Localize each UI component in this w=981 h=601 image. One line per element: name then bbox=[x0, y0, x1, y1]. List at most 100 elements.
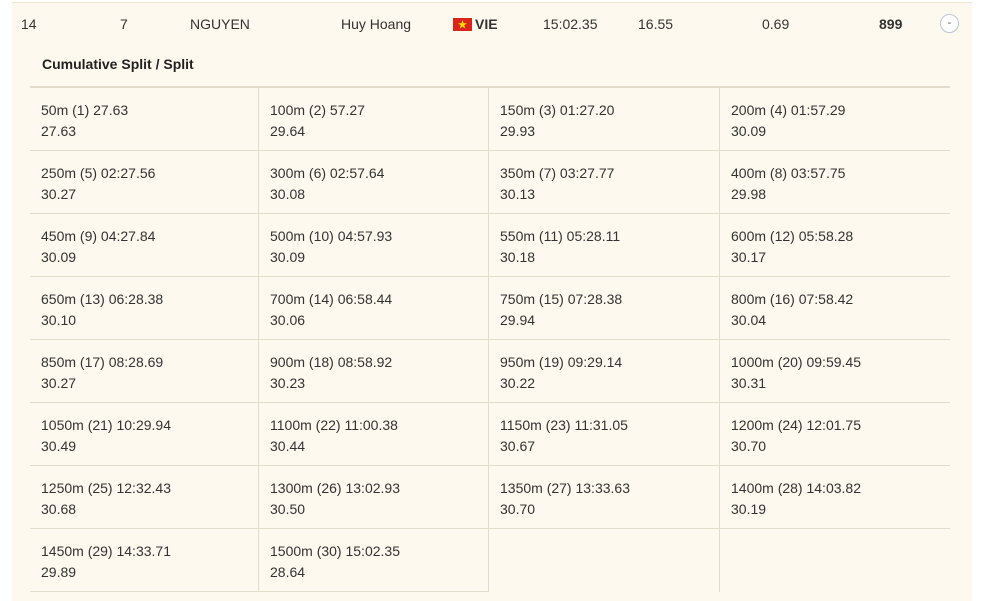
last-name: NGUYEN bbox=[190, 16, 250, 32]
cumulative-split: 950m (19) 09:29.14 bbox=[500, 354, 623, 370]
split-cell: 300m (6) 02:57.64 30.08 bbox=[259, 151, 489, 214]
splits-title: Cumulative Split / Split bbox=[42, 56, 194, 72]
first-name: Huy Hoang bbox=[341, 16, 412, 32]
lap-split: 29.93 bbox=[500, 123, 536, 139]
cumulative-split: 1150m (23) 11:31.05 bbox=[500, 417, 628, 433]
lap-split: 30.09 bbox=[270, 249, 306, 265]
lap-split: 30.13 bbox=[500, 186, 536, 202]
splits-grid: 50m (1) 27.63 27.63 100m (2) 57.27 29.64 150… bbox=[30, 86, 950, 592]
cumulative-split: 1200m (24) 12:01.75 bbox=[731, 417, 861, 433]
split-cell: 250m (5) 02:27.56 30.27 bbox=[30, 151, 259, 214]
split-cell: 1000m (20) 09:59.45 30.31 bbox=[720, 340, 950, 403]
lap-split: 29.94 bbox=[500, 312, 536, 328]
lap-split: 30.44 bbox=[270, 438, 306, 454]
time-behind: 16.55 bbox=[638, 16, 674, 32]
cumulative-split: 1000m (20) 09:59.45 bbox=[731, 354, 861, 370]
cumulative-split: 100m (2) 57.27 bbox=[270, 102, 365, 118]
cumulative-split: 450m (9) 04:27.84 bbox=[41, 228, 156, 244]
lap-split: 29.89 bbox=[41, 564, 77, 580]
cumulative-split: 600m (12) 05:58.28 bbox=[731, 228, 854, 244]
lap-split: 30.19 bbox=[731, 501, 767, 517]
result-row[interactable]: 14 7 NGUYEN Huy Hoang VIE 15:02.35 16.55… bbox=[12, 2, 972, 46]
lap-split: 30.27 bbox=[41, 186, 77, 202]
split-cell: 700m (14) 06:58.44 30.06 bbox=[259, 277, 489, 340]
lap-split: 30.09 bbox=[731, 123, 767, 139]
split-cell: 1050m (21) 10:29.94 30.49 bbox=[30, 403, 259, 466]
cumulative-split: 400m (8) 03:57.75 bbox=[731, 165, 846, 181]
lap-split: 30.17 bbox=[731, 249, 767, 265]
split-cell: 50m (1) 27.63 27.63 bbox=[30, 88, 259, 151]
cumulative-split: 700m (14) 06:58.44 bbox=[270, 291, 393, 307]
lap-split: 30.08 bbox=[270, 186, 306, 202]
cumulative-split: 250m (5) 02:27.56 bbox=[41, 165, 156, 181]
split-cell: 450m (9) 04:27.84 30.09 bbox=[30, 214, 259, 277]
split-cell: 600m (12) 05:58.28 30.17 bbox=[720, 214, 950, 277]
lane: 7 bbox=[120, 16, 128, 32]
cumulative-split: 200m (4) 01:57.29 bbox=[731, 102, 846, 118]
split-cell: 1200m (24) 12:01.75 30.70 bbox=[720, 403, 950, 466]
lap-split: 29.64 bbox=[270, 123, 306, 139]
rank: 14 bbox=[21, 16, 37, 32]
cumulative-split: 650m (13) 06:28.38 bbox=[41, 291, 164, 307]
lap-split: 30.10 bbox=[41, 312, 77, 328]
cumulative-split: 350m (7) 03:27.77 bbox=[500, 165, 615, 181]
cumulative-split: 1100m (22) 11:00.38 bbox=[270, 417, 398, 433]
lap-split: 30.22 bbox=[500, 375, 536, 391]
split-cell: 150m (3) 01:27.20 29.93 bbox=[489, 88, 720, 151]
cumulative-split: 900m (18) 08:58.92 bbox=[270, 354, 393, 370]
cumulative-split: 1300m (26) 13:02.93 bbox=[270, 480, 400, 496]
lap-split: 29.98 bbox=[731, 186, 767, 202]
lap-split: 30.67 bbox=[500, 438, 536, 454]
lap-split: 28.64 bbox=[270, 564, 306, 580]
lap-split: 30.27 bbox=[41, 375, 77, 391]
split-cell: 1350m (27) 13:33.63 30.70 bbox=[489, 466, 720, 529]
lap-split: 30.70 bbox=[500, 501, 536, 517]
splits-panel: Cumulative Split / Split 50m (1) 27.63 27… bbox=[12, 45, 972, 601]
cumulative-split: 500m (10) 04:57.93 bbox=[270, 228, 393, 244]
lap-split: 27.63 bbox=[41, 123, 77, 139]
split-cell: 100m (2) 57.27 29.64 bbox=[259, 88, 489, 151]
collapse-icon[interactable]: - bbox=[940, 14, 959, 33]
empty-split-cell bbox=[489, 529, 720, 592]
reaction-time: 0.69 bbox=[762, 16, 790, 32]
lap-split: 30.70 bbox=[731, 438, 767, 454]
lap-split: 30.04 bbox=[731, 312, 767, 328]
cumulative-split: 1250m (25) 12:32.43 bbox=[41, 480, 171, 496]
lap-split: 30.18 bbox=[500, 249, 536, 265]
empty-split-cell bbox=[720, 529, 950, 592]
split-cell: 1300m (26) 13:02.93 30.50 bbox=[259, 466, 489, 529]
split-cell: 750m (15) 07:28.38 29.94 bbox=[489, 277, 720, 340]
split-cell: 800m (16) 07:58.42 30.04 bbox=[720, 277, 950, 340]
lap-split: 30.68 bbox=[41, 501, 77, 517]
cumulative-split: 800m (16) 07:58.42 bbox=[731, 291, 854, 307]
nation-code: VIE bbox=[475, 16, 498, 32]
cumulative-split: 550m (11) 05:28.11 bbox=[500, 228, 621, 244]
split-cell: 950m (19) 09:29.14 30.22 bbox=[489, 340, 720, 403]
split-cell: 550m (11) 05:28.11 30.18 bbox=[489, 214, 720, 277]
split-cell: 1100m (22) 11:00.38 30.44 bbox=[259, 403, 489, 466]
lap-split: 30.49 bbox=[41, 438, 77, 454]
split-cell: 350m (7) 03:27.77 30.13 bbox=[489, 151, 720, 214]
split-cell: 1400m (28) 14:03.82 30.19 bbox=[720, 466, 950, 529]
cumulative-split: 1450m (29) 14:33.71 bbox=[41, 543, 171, 559]
split-cell: 1500m (30) 15:02.35 28.64 bbox=[259, 529, 489, 592]
cumulative-split: 1500m (30) 15:02.35 bbox=[270, 543, 400, 559]
cumulative-split: 150m (3) 01:27.20 bbox=[500, 102, 615, 118]
split-cell: 650m (13) 06:28.38 30.10 bbox=[30, 277, 259, 340]
cumulative-split: 850m (17) 08:28.69 bbox=[41, 354, 164, 370]
vietnam-flag-icon bbox=[453, 18, 472, 31]
cumulative-split: 1050m (21) 10:29.94 bbox=[41, 417, 171, 433]
lap-split: 30.50 bbox=[270, 501, 306, 517]
split-cell: 900m (18) 08:58.92 30.23 bbox=[259, 340, 489, 403]
cumulative-split: 1350m (27) 13:33.63 bbox=[500, 480, 630, 496]
split-cell: 1450m (29) 14:33.71 29.89 bbox=[30, 529, 259, 592]
split-cell: 850m (17) 08:28.69 30.27 bbox=[30, 340, 259, 403]
cumulative-split: 1400m (28) 14:03.82 bbox=[731, 480, 861, 496]
lap-split: 30.06 bbox=[270, 312, 306, 328]
nation: VIE bbox=[453, 3, 498, 45]
lap-split: 30.23 bbox=[270, 375, 306, 391]
lap-split: 30.09 bbox=[41, 249, 77, 265]
split-cell: 1250m (25) 12:32.43 30.68 bbox=[30, 466, 259, 529]
split-cell: 200m (4) 01:57.29 30.09 bbox=[720, 88, 950, 151]
split-cell: 400m (8) 03:57.75 29.98 bbox=[720, 151, 950, 214]
